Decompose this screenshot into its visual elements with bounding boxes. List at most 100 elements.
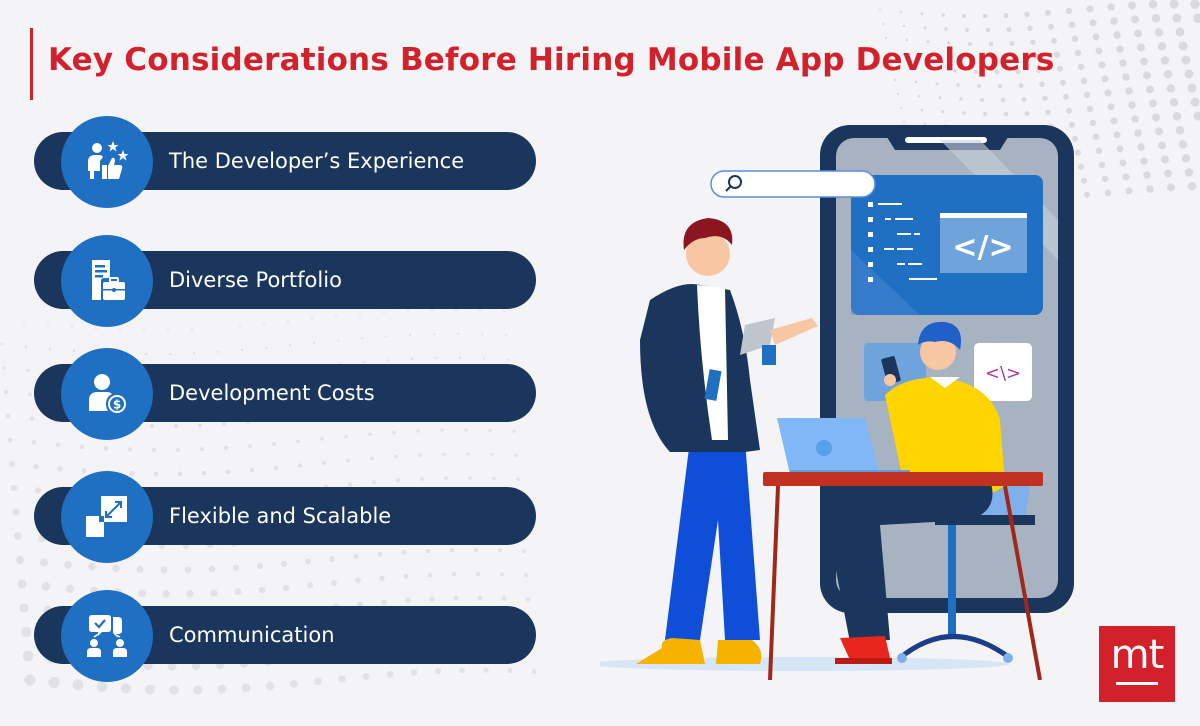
resize-scale-icon bbox=[86, 496, 127, 537]
background-dot bbox=[1125, 87, 1133, 95]
background-dot bbox=[434, 668, 442, 675]
item-label: The Developer’s Experience bbox=[169, 149, 465, 173]
background-dot bbox=[941, 13, 945, 17]
background-dot bbox=[1042, 95, 1048, 102]
background-dot bbox=[12, 508, 20, 516]
background-dot bbox=[514, 453, 518, 457]
background-dot bbox=[1146, 185, 1154, 193]
background-dot bbox=[1095, 147, 1103, 155]
background-dot bbox=[1089, 19, 1097, 27]
background-dot bbox=[1187, 182, 1197, 191]
background-dot bbox=[394, 454, 398, 459]
icon-circle bbox=[61, 471, 153, 563]
background-dot bbox=[1083, 91, 1091, 99]
background-dot bbox=[88, 563, 96, 571]
background-dot bbox=[1081, 177, 1087, 184]
background-dot bbox=[20, 626, 32, 638]
background-dot bbox=[321, 460, 327, 465]
background-dot bbox=[282, 584, 290, 591]
background-dot bbox=[1113, 131, 1121, 139]
background-dot bbox=[1167, 183, 1175, 192]
background-dot bbox=[1137, 143, 1145, 151]
background-dot bbox=[1068, 21, 1076, 29]
background-dot bbox=[879, 9, 881, 11]
background-dot bbox=[1060, 79, 1066, 86]
background-dot bbox=[272, 441, 276, 446]
background-dot bbox=[516, 477, 520, 482]
background-dot bbox=[138, 589, 146, 598]
background-dot bbox=[1172, 13, 1182, 23]
background-dot bbox=[504, 334, 508, 337]
icon-circle bbox=[61, 116, 153, 208]
background-dot bbox=[464, 428, 468, 432]
background-dot bbox=[1027, 25, 1033, 32]
background-dot bbox=[47, 323, 49, 326]
background-dot bbox=[24, 674, 36, 686]
background-dot bbox=[1193, 13, 1200, 23]
background-dot bbox=[1054, 51, 1060, 58]
background-dot bbox=[57, 466, 63, 472]
background-dot bbox=[458, 356, 462, 360]
background-dot bbox=[1113, 31, 1121, 39]
background-dot bbox=[1077, 63, 1085, 71]
background-dot bbox=[305, 558, 311, 565]
background-dot bbox=[174, 423, 178, 428]
background-dot bbox=[959, 97, 963, 101]
background-dot bbox=[370, 456, 374, 461]
background-dot bbox=[371, 480, 377, 485]
background-dot bbox=[167, 328, 169, 331]
background-dot bbox=[201, 470, 207, 476]
background-dot bbox=[96, 681, 108, 693]
consideration-item-portfolio: Diverse Portfolio bbox=[34, 235, 536, 327]
background-dot bbox=[311, 317, 313, 320]
background-dot bbox=[894, 79, 896, 81]
background-dot bbox=[386, 670, 394, 678]
background-dot bbox=[1131, 15, 1139, 24]
background-dot bbox=[263, 322, 265, 325]
background-dot bbox=[965, 27, 969, 32]
background-dot bbox=[1149, 99, 1157, 108]
background-dot bbox=[917, 94, 921, 98]
background-dot bbox=[490, 452, 494, 457]
background-dot bbox=[360, 337, 364, 340]
background-dot bbox=[1119, 159, 1127, 167]
background-dot bbox=[416, 429, 420, 433]
background-dot bbox=[1098, 161, 1106, 169]
background-dot bbox=[258, 586, 266, 594]
background-dot bbox=[1086, 5, 1094, 13]
background-dot bbox=[177, 471, 183, 477]
background-dot bbox=[1190, 97, 1200, 107]
background-dot bbox=[281, 560, 287, 567]
background-dot bbox=[899, 10, 903, 14]
background-dot bbox=[503, 310, 505, 313]
background-dot bbox=[1116, 45, 1124, 53]
background-dot bbox=[480, 333, 484, 336]
background-dot bbox=[33, 463, 39, 470]
background-dot bbox=[497, 548, 503, 553]
background-dot bbox=[338, 675, 346, 683]
background-dot bbox=[902, 24, 906, 28]
background-dot bbox=[287, 320, 289, 323]
background-dot bbox=[217, 684, 227, 694]
background-dot bbox=[1128, 1, 1136, 10]
background-dot bbox=[522, 549, 526, 554]
background-dot bbox=[168, 352, 172, 356]
background-dot bbox=[468, 476, 472, 480]
background-dot bbox=[885, 37, 887, 39]
background-dot bbox=[1063, 93, 1069, 100]
background-dot bbox=[191, 328, 193, 331]
background-dot bbox=[72, 679, 84, 691]
developers-illustration: </> <\> bbox=[600, 125, 1074, 680]
background-dot bbox=[1122, 73, 1130, 81]
background-dot bbox=[427, 572, 433, 578]
background-dot bbox=[359, 313, 361, 316]
icon-circle bbox=[61, 235, 153, 327]
background-dot bbox=[1155, 127, 1163, 136]
background-dot bbox=[120, 683, 132, 694]
background-dot bbox=[440, 428, 444, 432]
background-dot bbox=[1169, 0, 1179, 9]
background-dot bbox=[81, 468, 87, 474]
consideration-item-flexible: Flexible and Scalable bbox=[34, 471, 536, 563]
background-dot bbox=[1119, 59, 1127, 67]
background-dot bbox=[264, 346, 268, 350]
